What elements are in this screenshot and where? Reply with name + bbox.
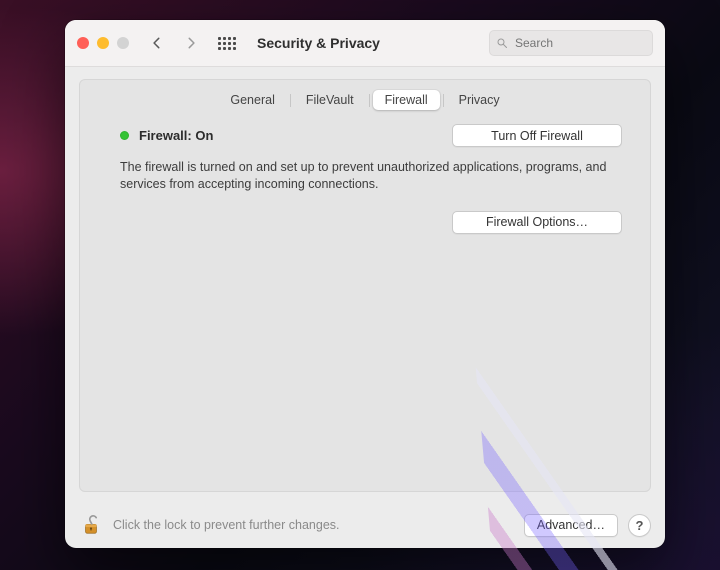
tab-privacy[interactable]: Privacy [447, 90, 512, 110]
zoom-window-button[interactable] [117, 37, 129, 49]
firewall-pane: Firewall: On Turn Off Firewall The firew… [80, 124, 650, 234]
lock-button[interactable] [79, 513, 103, 537]
content-area-wrap: General FileVault Firewall Privacy Firew… [65, 67, 665, 502]
unlocked-lock-icon [80, 514, 102, 536]
turn-off-firewall-button[interactable]: Turn Off Firewall [452, 124, 622, 147]
help-button[interactable]: ? [628, 514, 651, 537]
firewall-status-row: Firewall: On Turn Off Firewall [120, 124, 622, 147]
back-button[interactable] [145, 31, 169, 55]
search-input[interactable] [513, 35, 646, 51]
tab-separator [443, 94, 444, 107]
firewall-options-button[interactable]: Firewall Options… [452, 211, 622, 234]
firewall-description: The firewall is turned on and set up to … [120, 159, 622, 193]
chevron-left-icon [150, 36, 164, 50]
show-all-prefs-button[interactable] [217, 33, 237, 53]
tab-firewall[interactable]: Firewall [373, 90, 440, 110]
preferences-window: Security & Privacy General FileVault Fir… [65, 20, 665, 548]
tab-separator [369, 94, 370, 107]
tab-filevault[interactable]: FileVault [294, 90, 366, 110]
desktop-background: Security & Privacy General FileVault Fir… [0, 0, 720, 570]
tab-general[interactable]: General [218, 90, 286, 110]
footer-bar: Click the lock to prevent further change… [65, 502, 665, 548]
firewall-status-label: Firewall: On [139, 128, 213, 143]
advanced-button[interactable]: Advanced… [524, 514, 618, 537]
window-title: Security & Privacy [257, 35, 380, 51]
search-icon [496, 37, 508, 49]
tab-bar: General FileVault Firewall Privacy [80, 80, 650, 124]
lock-hint-text: Click the lock to prevent further change… [113, 518, 514, 532]
search-field[interactable] [489, 30, 653, 56]
content-panel: General FileVault Firewall Privacy Firew… [79, 79, 651, 492]
forward-button[interactable] [179, 31, 203, 55]
chevron-right-icon [184, 36, 198, 50]
status-indicator-dot [120, 131, 129, 140]
close-window-button[interactable] [77, 37, 89, 49]
window-controls [77, 37, 129, 49]
tab-separator [290, 94, 291, 107]
titlebar: Security & Privacy [65, 20, 665, 67]
minimize-window-button[interactable] [97, 37, 109, 49]
